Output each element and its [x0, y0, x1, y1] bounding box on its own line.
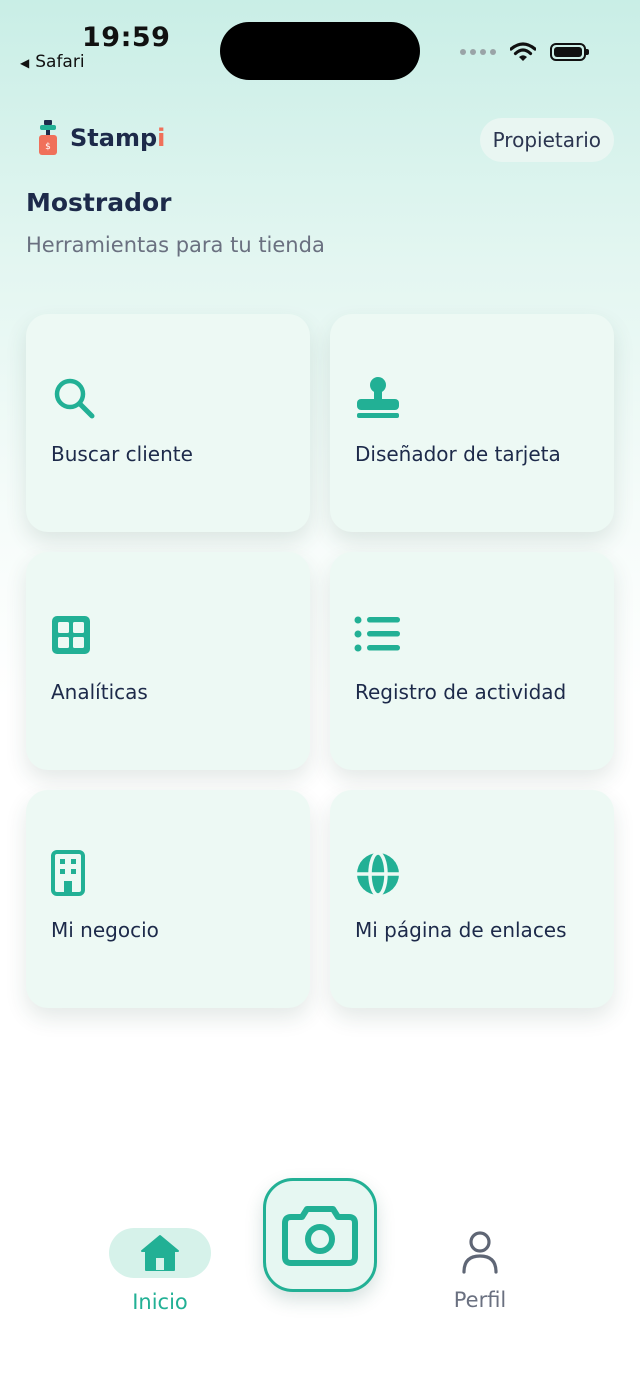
tool-card-label: Analíticas: [51, 680, 148, 704]
list-icon: [354, 616, 400, 652]
dynamic-island: [220, 22, 420, 80]
tool-card-mi-negocio[interactable]: Mi negocio: [26, 790, 310, 1008]
cellular-signal-icon: [460, 49, 496, 55]
wifi-icon: [510, 42, 536, 61]
nav-perfil-label: Perfil: [453, 1288, 507, 1312]
tool-card-label: Registro de actividad: [355, 680, 567, 704]
back-to-app-link[interactable]: ◀ Safari: [20, 52, 85, 72]
status-time: 19:59: [82, 22, 171, 53]
tool-card-disenador-tarjeta[interactable]: Diseñador de tarjeta: [330, 314, 614, 532]
page-subtitle: Herramientas para tu tienda: [26, 233, 325, 257]
role-badge[interactable]: Propietario: [479, 118, 614, 162]
brand-logo: $ Stampi: [34, 120, 165, 156]
tool-card-label: Mi página de enlaces: [355, 918, 567, 942]
building-icon: [51, 850, 85, 896]
back-arrow-icon: ◀: [20, 56, 30, 70]
scan-camera-button[interactable]: [263, 1178, 377, 1292]
status-bar: 19:59 ◀ Safari: [0, 0, 640, 90]
page-title: Mostrador: [26, 188, 172, 217]
tool-card-buscar-cliente[interactable]: Buscar cliente: [26, 314, 310, 532]
tool-card-registro-actividad[interactable]: Registro de actividad: [330, 552, 614, 770]
camera-icon: [282, 1206, 358, 1266]
nav-inicio-highlight: [109, 1228, 211, 1278]
svg-text:$: $: [45, 142, 51, 152]
brand-name-accent: i: [157, 124, 166, 152]
tool-card-label: Diseñador de tarjeta: [355, 442, 561, 466]
home-icon: [141, 1235, 179, 1271]
tool-card-analiticas[interactable]: Analíticas: [26, 552, 310, 770]
stamp-logo-icon: $: [39, 120, 57, 155]
nav-perfil[interactable]: Perfil: [432, 1230, 528, 1312]
stamp-icon: [357, 377, 399, 418]
tool-card-label: Buscar cliente: [51, 442, 193, 466]
search-icon: [54, 378, 95, 419]
battery-icon: [550, 43, 589, 61]
brand-name-main: Stamp: [70, 124, 158, 152]
tool-card-label: Mi negocio: [51, 918, 159, 942]
grid-icon: [52, 616, 90, 654]
status-indicators: [460, 40, 589, 64]
user-icon: [462, 1231, 498, 1274]
nav-inicio-label: Inicio: [132, 1290, 188, 1314]
tool-card-pagina-enlaces[interactable]: Mi página de enlaces: [330, 790, 614, 1008]
globe-icon: [357, 851, 399, 897]
brand-name: Stampi: [70, 124, 165, 152]
nav-inicio[interactable]: Inicio: [108, 1228, 212, 1314]
back-app-label: Safari: [35, 52, 85, 72]
